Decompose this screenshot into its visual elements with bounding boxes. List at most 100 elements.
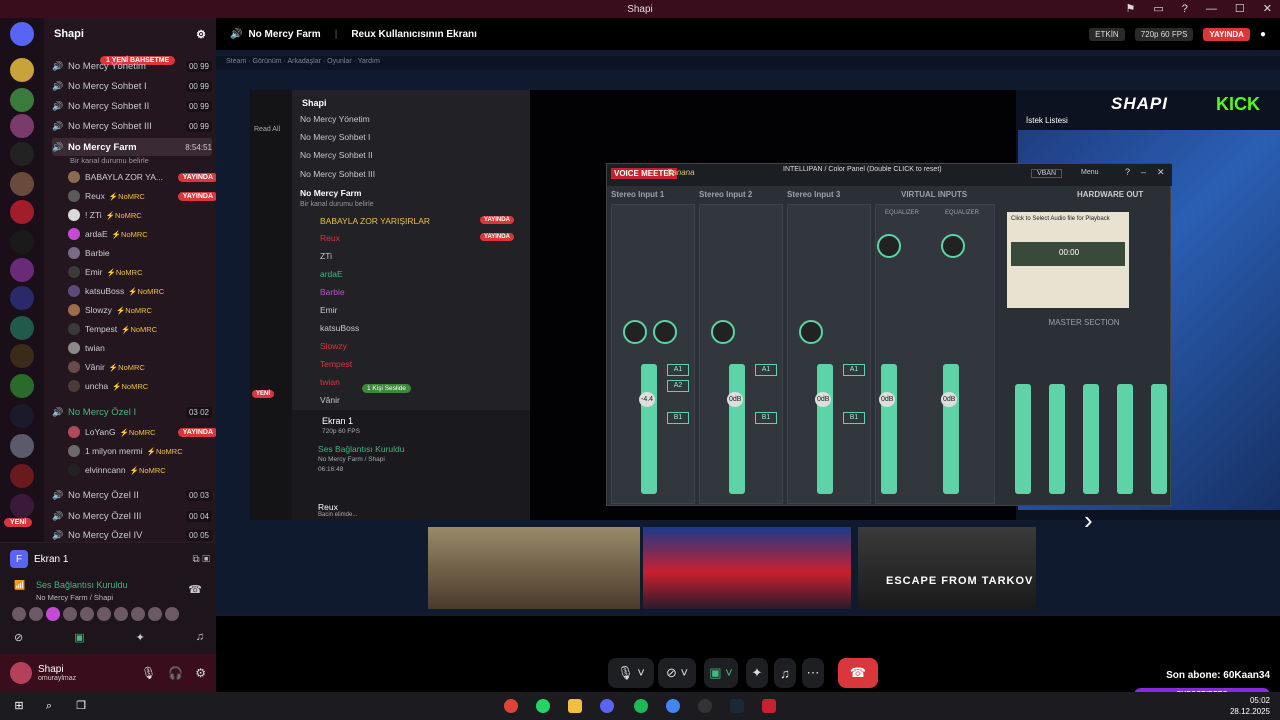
fader-gain[interactable]	[943, 364, 959, 494]
wishlist-link[interactable]: İstek Listesi	[1026, 116, 1068, 125]
vban-button[interactable]: VBAN	[1031, 169, 1063, 178]
avatar[interactable]	[68, 323, 80, 335]
disconnect-button[interactable]: ☎	[838, 658, 878, 688]
bus-b1-button[interactable]: B1	[755, 412, 777, 424]
avatar[interactable]	[148, 607, 162, 621]
inner-user[interactable]: katsuBoss	[320, 323, 359, 333]
task-view-icon[interactable]: ❐	[74, 699, 88, 713]
master-fader[interactable]	[1117, 384, 1133, 494]
avatar[interactable]	[68, 285, 80, 297]
screen-share-row[interactable]: F Ekran 1 ⧉ ▣	[10, 548, 210, 570]
screen-share-button[interactable]: ▣ ˅	[704, 658, 738, 688]
chrome-icon[interactable]	[666, 699, 680, 713]
screen-share-icon[interactable]: ▣	[74, 631, 84, 644]
channel-item[interactable]: 🔊 No Mercy Sohbet II 00 99	[52, 97, 212, 115]
voice-user[interactable]: BABAYLA ZOR YA... YAYINDA	[68, 168, 218, 186]
inner-channel-active[interactable]: No Mercy Farm	[300, 188, 361, 198]
fader-gain[interactable]	[641, 364, 657, 494]
server-icon[interactable]	[10, 114, 34, 138]
game-thumbnail[interactable]	[643, 527, 851, 609]
voice-user[interactable]: Reux ⚡NoMRC YAYINDA	[68, 187, 218, 205]
strip-title[interactable]: Stereo Input 2	[699, 190, 752, 199]
minimize-button[interactable]: —	[1206, 2, 1217, 16]
user-info[interactable]: Shapi omuraylmaz	[38, 664, 76, 682]
add-user-icon[interactable]: ⚙	[196, 28, 206, 41]
server-icon[interactable]	[10, 374, 34, 398]
avatar[interactable]	[46, 607, 60, 621]
channel-status[interactable]: Bir kanal durumu belirle	[70, 156, 149, 165]
server-icon[interactable]	[10, 404, 34, 428]
inner-channel-status[interactable]: Bir kanal durumu belirle	[300, 201, 374, 208]
headphones-icon[interactable]: 🎧	[168, 666, 183, 680]
minimize-icon[interactable]: –	[1141, 167, 1146, 177]
channel-item[interactable]: 🔊 No Mercy Özel I 03 02	[52, 403, 212, 421]
voice-user[interactable]: Slowzy ⚡NoMRC	[68, 301, 218, 319]
avatar[interactable]	[29, 607, 43, 621]
avatar[interactable]	[68, 361, 80, 373]
stream-channel[interactable]: No Mercy Farm	[248, 29, 320, 40]
channel-item-active[interactable]: 🔊 No Mercy Farm 8:54:51	[52, 138, 212, 156]
activity-chip[interactable]: ETKİN	[1089, 27, 1125, 41]
gate-knob[interactable]	[653, 320, 677, 344]
voice-user[interactable]: LoYanG ⚡NoMRC YAYINDA	[68, 423, 218, 441]
avatar[interactable]	[68, 380, 80, 392]
server-icon[interactable]	[10, 434, 34, 458]
avatar[interactable]	[68, 445, 80, 457]
inner-user[interactable]: Vânir	[320, 395, 340, 405]
quality-chip[interactable]: 720p 60 FPS	[1134, 27, 1194, 41]
server-icon[interactable]	[10, 172, 34, 196]
voice-user[interactable]: ! ZTi ⚡NoMRC	[68, 206, 218, 224]
new-pill[interactable]: YENİ	[4, 518, 33, 527]
server-icon[interactable]	[10, 88, 34, 112]
settings-icon[interactable]: ⚙	[195, 666, 206, 680]
mic-button[interactable]: 🎙 ˅	[608, 658, 654, 688]
server-icon[interactable]	[10, 464, 34, 488]
help-icon[interactable]: ?	[1182, 2, 1188, 16]
voice-user[interactable]: elvinncann ⚡NoMRC	[68, 461, 218, 479]
read-all-button[interactable]: Read All	[254, 126, 280, 133]
channel-item[interactable]: 🔊 No Mercy Özel III 00 04	[52, 507, 212, 525]
user-icon[interactable]: ●	[1260, 29, 1266, 40]
avatar[interactable]	[68, 247, 80, 259]
avatar[interactable]	[10, 662, 32, 684]
avatar[interactable]	[68, 209, 80, 221]
cassette-recorder[interactable]: Click to Select Audio file for Playback …	[1007, 212, 1129, 308]
whatsapp-icon[interactable]	[536, 699, 550, 713]
voice-user[interactable]: twian	[68, 339, 218, 357]
inner-user[interactable]: Tempest	[320, 359, 352, 369]
app-icon[interactable]	[762, 699, 776, 713]
voice-user[interactable]: Vânir ⚡NoMRC	[68, 358, 218, 376]
comp-knob[interactable]	[799, 320, 823, 344]
master-fader[interactable]	[1049, 384, 1065, 494]
avatar[interactable]	[63, 607, 77, 621]
help-icon[interactable]: ?	[1125, 167, 1130, 177]
system-clock[interactable]: 05:02 28.12.2025	[1230, 695, 1270, 717]
more-button[interactable]: ⋯	[802, 658, 824, 688]
discord-icon[interactable]	[600, 699, 614, 713]
server-icon[interactable]	[10, 258, 34, 282]
camera-button[interactable]: ⊘ ˅	[658, 658, 696, 688]
server-icon[interactable]	[10, 286, 34, 310]
avatar[interactable]	[68, 464, 80, 476]
channel-item[interactable]: 🔊 No Mercy Yönetim 00 99	[52, 57, 212, 75]
menu-button[interactable]: Menu	[1081, 169, 1099, 176]
inner-user[interactable]: ardaE	[320, 269, 343, 279]
close-icon[interactable]: ✕	[1157, 167, 1165, 178]
bus-b1-button[interactable]: B1	[843, 412, 865, 424]
voice-user[interactable]: uncha ⚡NoMRC	[68, 377, 218, 395]
strip-title[interactable]: Stereo Input 3	[787, 190, 840, 199]
maximize-button[interactable]: ☐	[1235, 2, 1245, 16]
master-fader[interactable]	[1015, 384, 1031, 494]
close-button[interactable]: ✕	[1263, 2, 1272, 16]
comp-knob[interactable]	[623, 320, 647, 344]
treble-knob[interactable]	[877, 234, 901, 258]
soundboard-icon[interactable]: ♫	[196, 631, 204, 644]
master-fader[interactable]	[1083, 384, 1099, 494]
stream-view[interactable]: Steam · Görünüm · Arkadaşlar · Oyunlar ·…	[216, 50, 1280, 616]
activities-button[interactable]: ✦	[746, 658, 768, 688]
speaking-pill[interactable]: 1 Kişi Seslide	[362, 384, 412, 393]
voice-user[interactable]: Emir ⚡NoMRC	[68, 263, 218, 281]
avatar[interactable]	[114, 607, 128, 621]
disconnect-icon[interactable]: ☎	[188, 583, 202, 596]
screen-icon[interactable]: ▭	[1153, 2, 1163, 16]
